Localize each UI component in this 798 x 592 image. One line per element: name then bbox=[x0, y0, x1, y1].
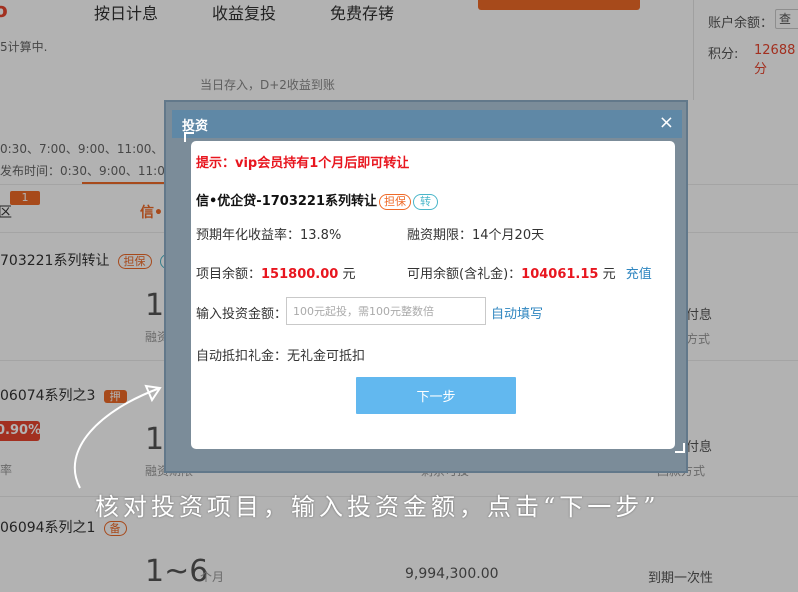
corner-bracket-icon bbox=[184, 132, 194, 142]
guide-arrow-icon bbox=[73, 384, 162, 489]
project-balance-unit: 元 bbox=[342, 267, 356, 282]
project-balance-label: 项目余额： bbox=[196, 267, 262, 282]
product-title: 信•优企贷-1703221系列转让 担保转 bbox=[196, 190, 439, 210]
gift-deduction: 自动抵扣礼金：无礼金可抵扣 bbox=[196, 349, 366, 364]
financing-term: 融资期限：14个月20天 bbox=[407, 228, 545, 243]
invest-dialog: 投资 × 提示：vip会员持有1个月后即可转让 信•优企贷-1703221系列转… bbox=[164, 100, 688, 473]
instruction-caption: 核对投资项目，输入投资金额，点击“下一步” bbox=[95, 493, 660, 521]
amount-label: 输入投资金额： bbox=[196, 307, 288, 322]
transfer-tag: 转 bbox=[413, 194, 439, 210]
close-icon[interactable]: × bbox=[659, 112, 674, 133]
available-balance-value: 104061.15 bbox=[521, 267, 599, 282]
dialog-body: 提示：vip会员持有1个月后即可转让 信•优企贷-1703221系列转让 担保转 … bbox=[191, 141, 675, 449]
project-balance: 项目余额：151800.00 元 bbox=[196, 263, 355, 282]
autofill-link[interactable]: 自动填写 bbox=[491, 303, 543, 322]
recharge-link[interactable]: 充值 bbox=[626, 267, 652, 282]
available-balance-label: 可用余额(含礼金)： bbox=[407, 267, 522, 282]
resize-handle-icon[interactable] bbox=[675, 443, 685, 453]
product-name: 信•优企贷-1703221系列转让 bbox=[196, 194, 378, 209]
expected-rate: 预期年化收益率：13.8% bbox=[196, 228, 342, 243]
investment-amount-input[interactable] bbox=[286, 297, 486, 325]
dialog-titlebar: 投资 × bbox=[172, 110, 682, 138]
next-step-button[interactable]: 下一步 bbox=[356, 377, 516, 414]
project-balance-value: 151800.00 bbox=[261, 267, 339, 282]
vip-tip: 提示：vip会员持有1个月后即可转让 bbox=[196, 156, 410, 171]
guarantee-tag: 担保 bbox=[379, 194, 412, 210]
available-balance-unit: 元 bbox=[602, 267, 616, 282]
available-balance: 可用余额(含礼金)：104061.15 元 充值 bbox=[407, 263, 652, 282]
